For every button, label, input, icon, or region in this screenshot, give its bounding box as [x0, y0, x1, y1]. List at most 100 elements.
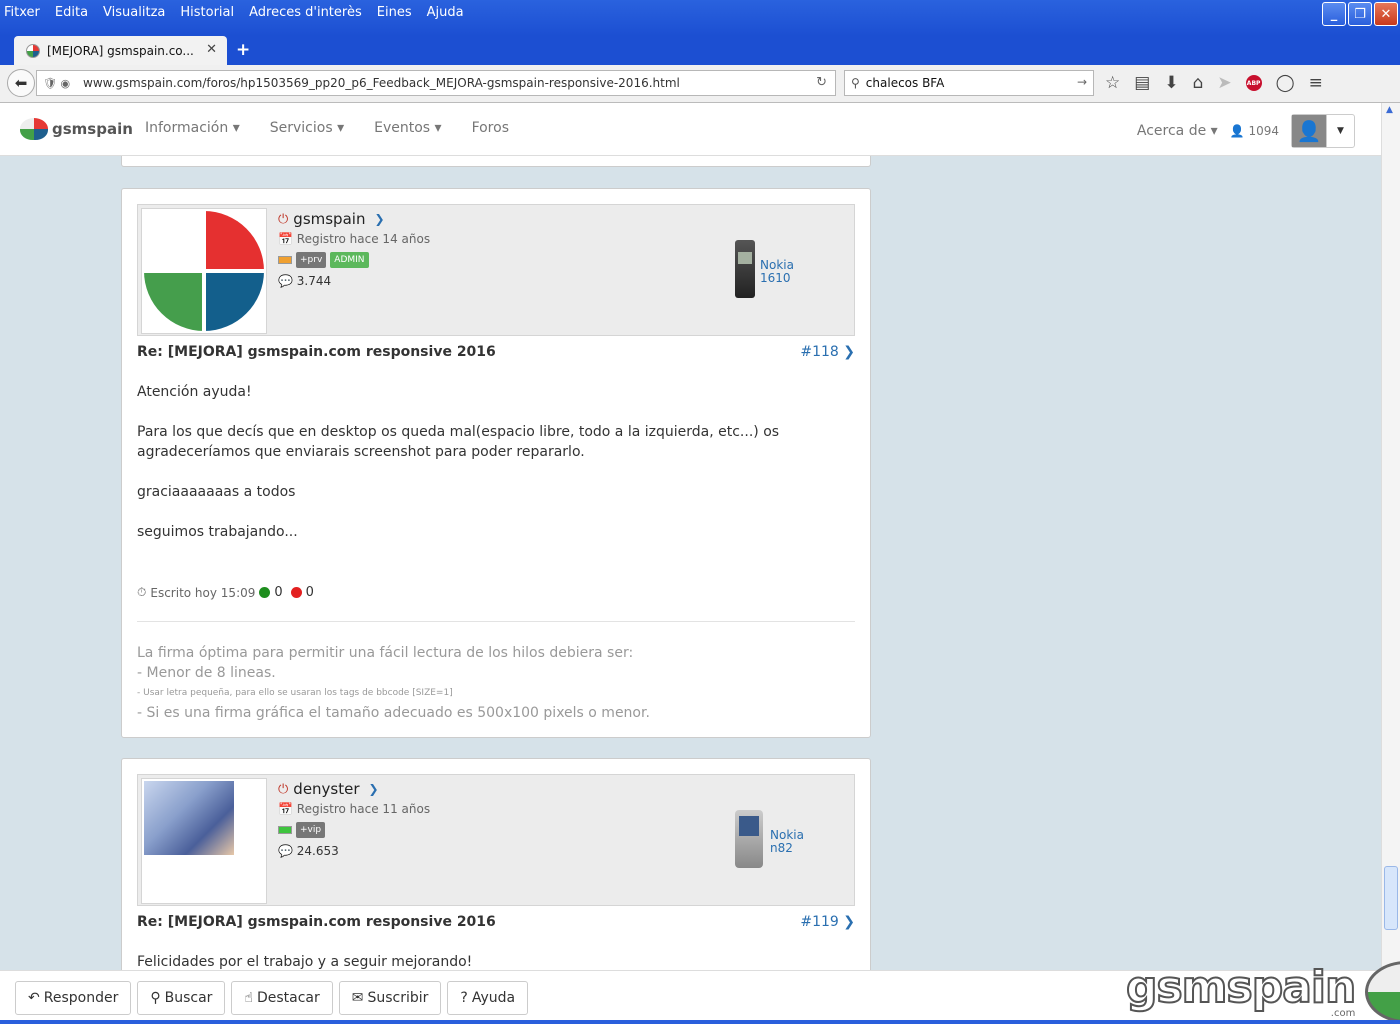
user-dropdown-icon[interactable]: ▼: [1326, 115, 1354, 147]
menu-ajuda[interactable]: Ajuda: [427, 5, 464, 20]
url-bar[interactable]: 🛡 ◉ www.gsmspain.com/foros/hp1503569_pp2…: [36, 70, 836, 96]
reply-button[interactable]: ↶ Responder: [15, 981, 132, 1015]
post-number[interactable]: #119 ❯: [800, 914, 855, 930]
menu-visualitza[interactable]: Visualitza: [103, 5, 165, 20]
site-identity-icon[interactable]: 🛡 ◉: [37, 77, 83, 90]
page-scrollbar[interactable]: ▲: [1381, 103, 1400, 970]
site-logo[interactable]: gsmspain: [20, 118, 133, 140]
user-info: ⏻ gsmspain ❯ 📅 Registro hace 14 años +prv A…: [278, 210, 430, 288]
message-count: 💬 24.653: [278, 844, 339, 858]
tab-title: [MEJORA] gsmspain.co...: [47, 43, 194, 58]
battery-icon: [278, 826, 292, 834]
search-input[interactable]: ⚲ chalecos BFA →: [844, 70, 1094, 96]
favicon-icon: [26, 43, 40, 58]
post-number[interactable]: #118 ❯: [800, 344, 855, 360]
power-icon: ⏻: [278, 781, 289, 797]
send-icon[interactable]: ➤: [1217, 73, 1231, 93]
download-icon[interactable]: ⬇: [1164, 73, 1178, 93]
tab-active[interactable]: [MEJORA] gsmspain.co... ✕: [14, 36, 227, 65]
footer-logo-ball-icon: [1365, 961, 1400, 1023]
badge-vip: +vip: [296, 822, 326, 838]
bottom-action-bar: ↶ Responder ⚲ Buscar ☝ Destacar ✉ Suscribir …: [0, 961, 1400, 1023]
search-go-icon[interactable]: →: [1077, 75, 1087, 89]
avatar[interactable]: [141, 208, 267, 334]
post-meta: ⏱ Escrito hoy 15:09 0 0: [137, 585, 318, 600]
signature-line: - Si es una firma gráfica el tamaño adec…: [137, 705, 650, 721]
close-tab-icon[interactable]: ✕: [206, 42, 217, 57]
chevron-down-icon[interactable]: ❯: [369, 782, 379, 796]
search-value: chalecos BFA: [865, 76, 945, 90]
post-body: Atención ayuda! Para los que decís que e…: [137, 382, 837, 562]
footer-logo-text: gsmspain: [1125, 961, 1357, 1014]
window-titlebar: Fitxer Edita Visualitza Historial Adrece…: [0, 0, 1400, 36]
chat-icon[interactable]: ◯: [1276, 73, 1295, 93]
battery-icon: [278, 256, 292, 264]
menu-adreces[interactable]: Adreces d'interès: [249, 5, 362, 20]
highlight-button[interactable]: ☝ Destacar: [231, 981, 333, 1015]
nav-acerca[interactable]: Acerca de ▾: [1137, 123, 1218, 139]
nav-informacion[interactable]: Información ▾: [145, 120, 240, 136]
gsmspain-logo-avatar: [144, 211, 264, 331]
navigation-toolbar: ⬅ 🛡 ◉ www.gsmspain.com/foros/hp1503569_p…: [0, 65, 1400, 103]
minimize-button[interactable]: _: [1322, 2, 1346, 26]
like-count: 0: [274, 585, 283, 600]
phone-image[interactable]: [735, 240, 755, 298]
avatar[interactable]: [141, 778, 267, 904]
phone-image[interactable]: [735, 810, 763, 868]
action-buttons: ↶ Responder ⚲ Buscar ☝ Destacar ✉ Suscribir …: [15, 981, 529, 1015]
new-tab-button[interactable]: +: [236, 40, 250, 60]
post-paragraph: Felicidades por el trabajo y a seguir me…: [137, 954, 473, 970]
nav-eventos[interactable]: Eventos ▾: [374, 120, 441, 136]
menu-eines[interactable]: Eines: [377, 5, 412, 20]
maximize-button[interactable]: ❐: [1348, 2, 1372, 26]
bookmark-star-icon[interactable]: ☆: [1105, 73, 1120, 93]
menu-hamburger-icon[interactable]: ≡: [1309, 73, 1323, 93]
help-button[interactable]: ? Ayuda: [447, 981, 529, 1015]
scroll-up-icon[interactable]: ▲: [1386, 105, 1393, 115]
window-controls: _ ❐ ✕: [1322, 2, 1398, 26]
post-user-box: ⏻ denyster ❯ 📅 Registro hace 11 años +vip …: [137, 774, 855, 906]
scroll-thumb[interactable]: [1384, 866, 1398, 930]
username[interactable]: denyster: [293, 780, 359, 798]
clock-icon: ⏱: [137, 585, 147, 599]
adblock-icon[interactable]: ABP: [1245, 75, 1262, 91]
subscribe-button[interactable]: ✉ Suscribir: [338, 981, 442, 1015]
forum-post: ⏻ gsmspain ❯ 📅 Registro hace 14 años +prv A…: [121, 188, 871, 738]
search-button[interactable]: ⚲ Buscar: [137, 981, 226, 1015]
username[interactable]: gsmspain: [293, 210, 365, 228]
back-button[interactable]: ⬅: [7, 69, 35, 97]
signature: La firma óptima para permitir una fácil …: [137, 643, 650, 723]
footer-logo[interactable]: gsmspain .com: [1125, 951, 1400, 1023]
menu-bar: Fitxer Edita Visualitza Historial Adrece…: [0, 0, 479, 24]
search-icon: ⚲: [851, 76, 860, 90]
close-window-button[interactable]: ✕: [1374, 2, 1398, 26]
like-icon[interactable]: [259, 587, 271, 598]
badge-prv: +prv: [296, 252, 327, 268]
question-icon: ?: [460, 990, 468, 1006]
registered: 📅 Registro hace 11 años: [278, 802, 431, 816]
nav-foros[interactable]: Foros: [472, 120, 509, 136]
url-text: www.gsmspain.com/foros/hp1503569_pp20_p6…: [83, 76, 680, 90]
reload-icon[interactable]: ↻: [816, 75, 827, 90]
reading-list-icon[interactable]: ▤: [1134, 73, 1150, 93]
nav-servicios[interactable]: Servicios ▾: [270, 120, 344, 136]
home-icon[interactable]: ⌂: [1193, 73, 1204, 93]
menu-historial[interactable]: Historial: [180, 5, 234, 20]
menu-fitxer[interactable]: Fitxer: [4, 5, 40, 20]
post-paragraph: Atención ayuda!: [137, 384, 252, 400]
taskbar: [0, 1020, 1400, 1024]
dislike-icon[interactable]: [290, 587, 302, 598]
online-users: 👤 1094: [1229, 124, 1279, 138]
site-navbar: gsmspain Información ▾ Servicios ▾ Event…: [0, 103, 1381, 156]
power-icon: ⏻: [278, 211, 289, 227]
logo-ball-icon: [20, 118, 48, 140]
reply-icon: ↶: [28, 990, 40, 1006]
menu-edita[interactable]: Edita: [55, 5, 88, 20]
phone-model-link[interactable]: Nokia n82: [770, 829, 804, 855]
chevron-down-icon[interactable]: ❯: [374, 212, 384, 226]
user-menu[interactable]: 👤 ▼: [1291, 114, 1355, 148]
previous-post-edge: [121, 156, 871, 167]
logo-text: gsmspain: [52, 120, 133, 138]
phone-model-link[interactable]: Nokia 1610: [760, 259, 794, 285]
post-paragraph: Para los que decís que en desktop os que…: [137, 424, 780, 460]
